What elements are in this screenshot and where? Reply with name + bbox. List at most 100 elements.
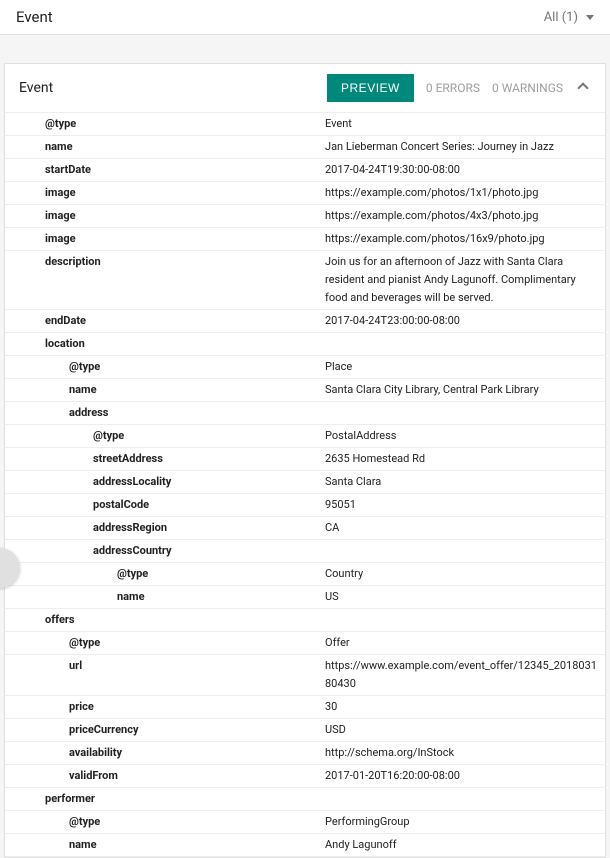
property-value: Event	[325, 113, 605, 135]
property-key: streetAddress	[5, 448, 325, 470]
preview-button[interactable]: PREVIEW	[327, 74, 414, 102]
property-key: name	[5, 586, 325, 608]
property-row[interactable]: @typePlace	[5, 356, 605, 379]
property-row[interactable]: priceCurrencyUSD	[5, 719, 605, 742]
property-value: Join us for an afternoon of Jazz with Sa…	[325, 251, 605, 309]
property-row[interactable]: nameAndy Lagunoff	[5, 834, 605, 857]
property-value: 2635 Homestead Rd	[325, 448, 605, 470]
property-row[interactable]: @typeOffer	[5, 632, 605, 655]
property-value: Country	[325, 563, 605, 585]
property-key: name	[5, 379, 325, 401]
property-key: @type	[5, 563, 325, 585]
property-key: addressRegion	[5, 517, 325, 539]
property-key: startDate	[5, 159, 325, 181]
property-value: http://schema.org/InStock	[325, 742, 605, 764]
property-key: price	[5, 696, 325, 718]
property-row[interactable]: imagehttps://example.com/photos/16x9/pho…	[5, 228, 605, 251]
property-list: @typeEventnameJan Lieberman Concert Seri…	[5, 113, 605, 857]
filter-dropdown[interactable]: All (1)	[544, 10, 594, 25]
property-key: @type	[5, 632, 325, 654]
property-value: US	[325, 586, 605, 608]
property-value: USD	[325, 719, 605, 741]
property-value: Place	[325, 356, 605, 378]
property-value: 30	[325, 696, 605, 718]
property-row[interactable]: nameSanta Clara City Library, Central Pa…	[5, 379, 605, 402]
property-key: priceCurrency	[5, 719, 325, 741]
property-key: offers	[5, 609, 325, 631]
property-row[interactable]: @typeCountry	[5, 563, 605, 586]
property-key: image	[5, 228, 325, 250]
property-row[interactable]: performer	[5, 788, 605, 811]
property-row[interactable]: @typePerformingGroup	[5, 811, 605, 834]
collapse-icon[interactable]	[577, 82, 588, 93]
property-row[interactable]: addressCountry	[5, 540, 605, 563]
property-key: name	[5, 136, 325, 158]
property-value: 95051	[325, 494, 605, 516]
card-header: Event PREVIEW 0 ERRORS 0 WARNINGS	[5, 64, 605, 113]
property-value	[325, 540, 605, 562]
property-value: https://example.com/photos/4x3/photo.jpg	[325, 205, 605, 227]
card-title: Event	[19, 80, 315, 96]
filter-label: All (1)	[544, 10, 578, 25]
property-row[interactable]: imagehttps://example.com/photos/4x3/phot…	[5, 205, 605, 228]
result-card: Event PREVIEW 0 ERRORS 0 WARNINGS @typeE…	[4, 63, 606, 858]
property-value: https://example.com/photos/16x9/photo.jp…	[325, 228, 605, 250]
property-value: Santa Clara	[325, 471, 605, 493]
property-key: @type	[5, 425, 325, 447]
property-value: 2017-04-24T23:00:00-08:00	[325, 310, 605, 332]
property-key: addressCountry	[5, 540, 325, 562]
property-row[interactable]: @typeEvent	[5, 113, 605, 136]
property-value: Offer	[325, 632, 605, 654]
top-bar: Event All (1)	[0, 0, 610, 35]
property-key: @type	[5, 356, 325, 378]
property-row[interactable]: @typePostalAddress	[5, 425, 605, 448]
warnings-count: 0 WARNINGS	[492, 81, 563, 95]
property-row[interactable]: imagehttps://example.com/photos/1x1/phot…	[5, 182, 605, 205]
property-row[interactable]: addressRegionCA	[5, 517, 605, 540]
property-key: name	[5, 834, 325, 856]
property-key: performer	[5, 788, 325, 810]
property-value: Jan Lieberman Concert Series: Journey in…	[325, 136, 605, 158]
property-row[interactable]: address	[5, 402, 605, 425]
property-key: endDate	[5, 310, 325, 332]
property-key: @type	[5, 811, 325, 833]
property-key: url	[5, 655, 325, 695]
property-key: description	[5, 251, 325, 309]
property-value: Santa Clara City Library, Central Park L…	[325, 379, 605, 401]
property-row[interactable]: urlhttps://www.example.com/event_offer/1…	[5, 655, 605, 696]
property-row[interactable]: validFrom2017-01-20T16:20:00-08:00	[5, 765, 605, 788]
property-key: address	[5, 402, 325, 424]
property-value: Andy Lagunoff	[325, 834, 605, 856]
property-row[interactable]: descriptionJoin us for an afternoon of J…	[5, 251, 605, 310]
property-value: PostalAddress	[325, 425, 605, 447]
property-row[interactable]: nameUS	[5, 586, 605, 609]
property-value	[325, 788, 605, 810]
property-row[interactable]: location	[5, 333, 605, 356]
property-value: 2017-04-24T19:30:00-08:00	[325, 159, 605, 181]
page-title: Event	[16, 8, 544, 26]
property-row[interactable]: price30	[5, 696, 605, 719]
property-value: https://example.com/photos/1x1/photo.jpg	[325, 182, 605, 204]
property-key: @type	[5, 113, 325, 135]
property-row[interactable]: endDate2017-04-24T23:00:00-08:00	[5, 310, 605, 333]
property-key: validFrom	[5, 765, 325, 787]
chevron-down-icon	[586, 15, 594, 20]
errors-count: 0 ERRORS	[426, 81, 480, 95]
property-key: availability	[5, 742, 325, 764]
property-row[interactable]: addressLocalitySanta Clara	[5, 471, 605, 494]
property-value: PerformingGroup	[325, 811, 605, 833]
property-value	[325, 333, 605, 355]
property-key: image	[5, 205, 325, 227]
property-row[interactable]: streetAddress2635 Homestead Rd	[5, 448, 605, 471]
property-row[interactable]: postalCode95051	[5, 494, 605, 517]
property-row[interactable]: nameJan Lieberman Concert Series: Journe…	[5, 136, 605, 159]
property-value: 2017-01-20T16:20:00-08:00	[325, 765, 605, 787]
property-key: location	[5, 333, 325, 355]
property-key: postalCode	[5, 494, 325, 516]
property-row[interactable]: offers	[5, 609, 605, 632]
property-value	[325, 609, 605, 631]
property-key: addressLocality	[5, 471, 325, 493]
property-value: https://www.example.com/event_offer/1234…	[325, 655, 605, 695]
property-row[interactable]: startDate2017-04-24T19:30:00-08:00	[5, 159, 605, 182]
property-row[interactable]: availabilityhttp://schema.org/InStock	[5, 742, 605, 765]
